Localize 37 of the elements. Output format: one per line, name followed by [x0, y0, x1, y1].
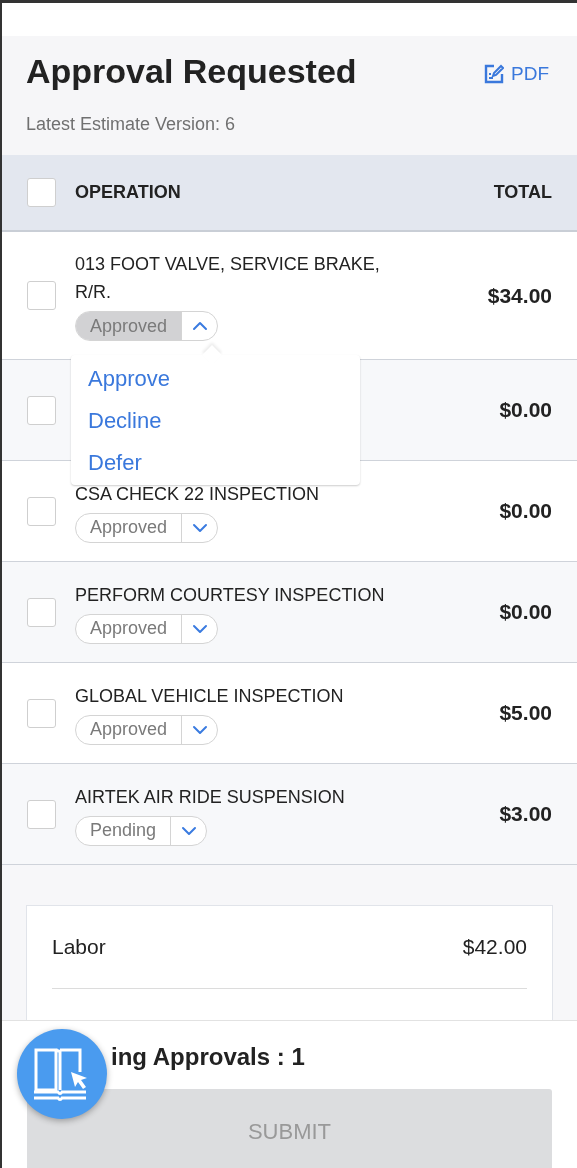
chevron-down-icon: [180, 825, 197, 836]
operation-name: AIRTEK AIR RIDE SUSPENSION: [75, 785, 346, 809]
guide-button[interactable]: [17, 1029, 107, 1119]
edit-document-icon: [484, 64, 504, 85]
row-total: $0.00: [499, 599, 552, 626]
row-total: $5.00: [499, 700, 552, 727]
column-header: TOTAL: [493, 181, 552, 204]
checkbox[interactable]: [27, 281, 56, 310]
menu-item[interactable]: Decline: [71, 399, 360, 441]
row-total: $3.00: [499, 801, 552, 828]
row-total: $0.00: [499, 397, 552, 424]
row-total: $0.00: [499, 498, 552, 525]
chevron-up-icon: [191, 321, 208, 331]
status-label[interactable]: Approved: [76, 312, 182, 340]
summary-value: $42.00: [462, 934, 527, 961]
chevron-down-icon: [191, 724, 208, 735]
menu-item[interactable]: Defer: [71, 441, 360, 483]
chevron-down-icon: [191, 623, 208, 634]
checkbox[interactable]: [27, 597, 56, 627]
column-header: OPERATION: [74, 181, 182, 204]
summary-label: Labor: [52, 934, 106, 961]
checkbox[interactable]: [27, 496, 56, 526]
menu-item[interactable]: Approve: [71, 357, 360, 399]
checkbox[interactable]: [27, 799, 56, 829]
operation-name: PERFORM COURTESY INSPECTION: [75, 583, 386, 607]
checkbox[interactable]: [27, 395, 56, 425]
page-title: Approval Requested: [26, 51, 357, 92]
checkbox[interactable]: [27, 178, 56, 207]
pdf-button[interactable]: PDF: [484, 60, 549, 89]
operation-name: 013 FOOT VALVE, SERVICE BRAKE, R/R.: [75, 253, 381, 304]
operation-name: CSA CHECK 22 INSPECTION: [75, 482, 321, 506]
pending-approvals: ing Approvals : 1: [111, 1042, 305, 1072]
row-total: $34.00: [487, 282, 552, 309]
checkbox[interactable]: [27, 698, 56, 728]
estimate-version: Latest Estimate Version: 6: [26, 113, 237, 136]
chevron-down-icon: [191, 522, 208, 533]
operation-name: GLOBAL VEHICLE INSPECTION: [75, 684, 345, 708]
